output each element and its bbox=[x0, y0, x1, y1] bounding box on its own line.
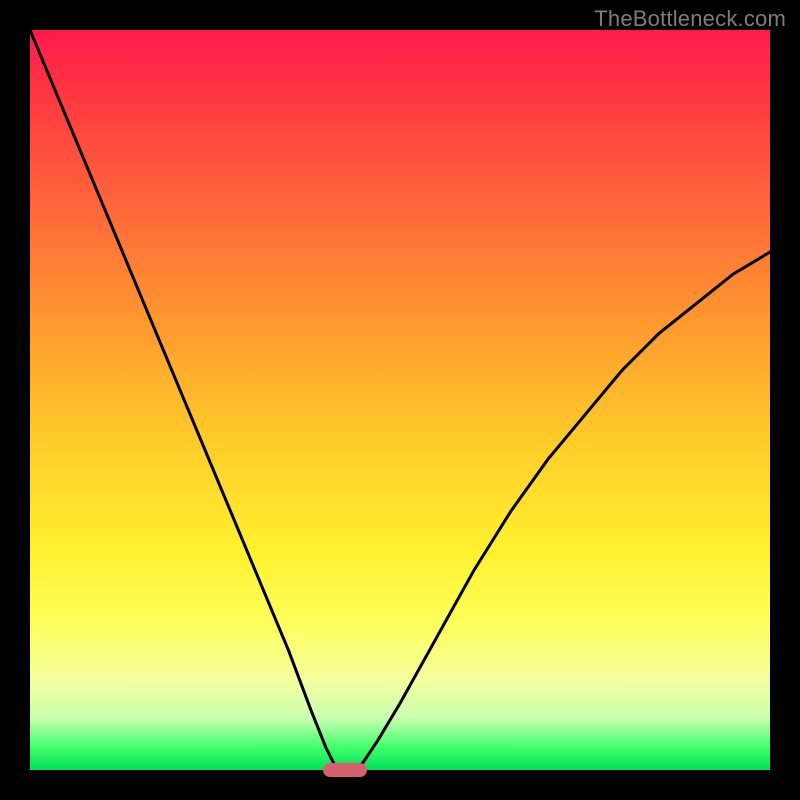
min-marker bbox=[323, 763, 367, 777]
plot-area bbox=[30, 30, 770, 770]
outer-frame: TheBottleneck.com bbox=[0, 0, 800, 800]
curve-right-path bbox=[356, 252, 770, 770]
curve-left-path bbox=[30, 30, 337, 770]
curve-svg bbox=[30, 30, 770, 770]
watermark-text: TheBottleneck.com bbox=[594, 6, 786, 32]
